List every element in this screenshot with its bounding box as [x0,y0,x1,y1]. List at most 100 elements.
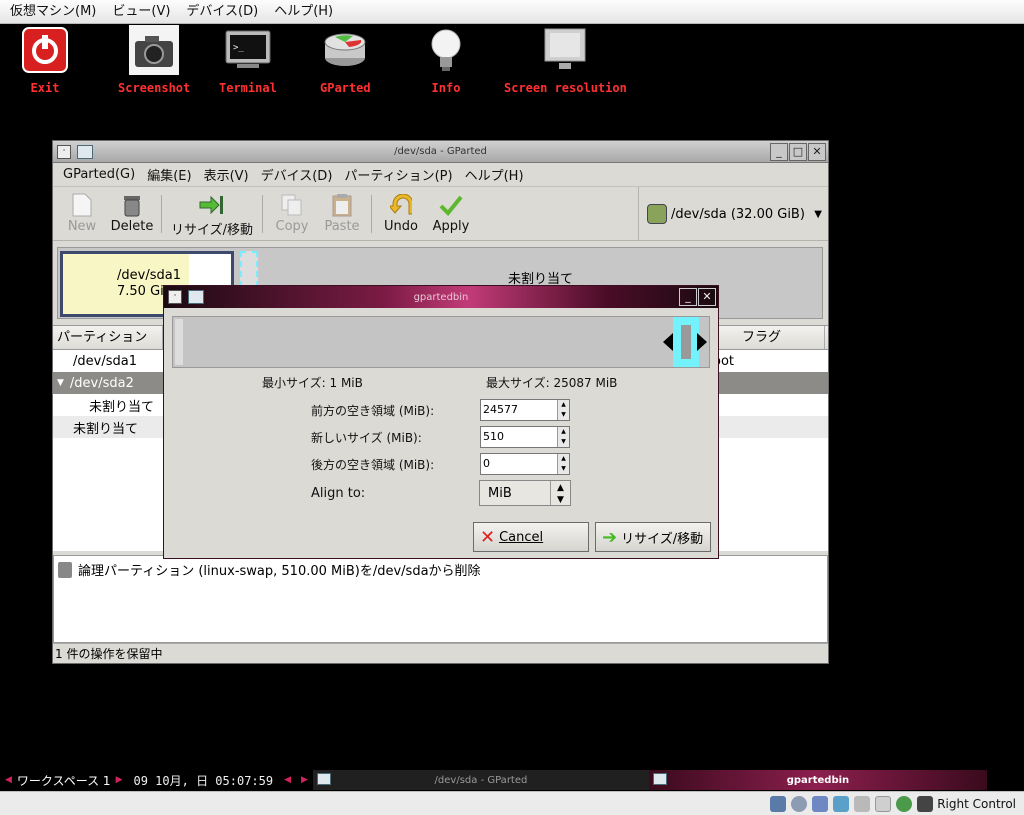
resize-right-arrow-icon[interactable] [697,333,707,351]
resize-move-button[interactable]: リサイズ/移動 [166,189,258,239]
minimize-button[interactable]: _ [770,142,788,161]
partition-handle[interactable] [673,317,699,367]
cancel-button[interactable]: ✕ Cancel [473,522,589,552]
desktop-icon-info[interactable]: Info [421,25,471,95]
host-key-label: Right Control [937,796,1016,811]
desktop-icon-screenshot[interactable]: Screenshot [118,25,190,95]
shared-folder-icon[interactable] [854,795,871,812]
window-controls: _ □ ✕ [770,142,826,161]
desktop-icon-screen-resolution[interactable]: Screen resolution [504,25,627,95]
pending-operation-item[interactable]: 論理パーティション (linux-swap, 510.00 MiB)を/dev/… [78,560,481,579]
window-controls: _ ✕ [679,288,716,306]
hard-disk-status-icon[interactable] [770,795,787,812]
free-after-value[interactable]: 0 [481,454,557,474]
host-menu-devices[interactable]: デバイス(D) [178,1,266,23]
window-menu-button[interactable]: · [168,290,182,304]
spin-up-icon[interactable]: ▲ [558,427,569,437]
minimize-button[interactable]: _ [679,288,697,306]
gparted-icon [320,25,370,75]
mouse-integration-icon[interactable] [896,795,913,812]
dialog-titlebar[interactable]: · gpartedbin _ ✕ [164,286,718,308]
app-icon [188,290,204,304]
desktop-icon-label: Screenshot [118,81,191,95]
free-after-spinbox[interactable]: 0 ▲ ▼ [480,453,570,475]
status-text: 1 件の操作を保留中 [55,647,163,661]
task-gpartedbin[interactable]: gpartedbin [648,770,987,790]
combo-arrows-icon: ▲ ▼ [550,481,570,505]
delete-button[interactable]: Delete [107,189,157,239]
terminal-icon: >_ [223,25,273,75]
display-icon[interactable] [875,795,892,812]
menu-edit[interactable]: 編集(E) [141,165,197,184]
column-header-flags[interactable]: フラグ [713,326,825,349]
checkmark-icon [437,192,465,218]
desktop-icon-label: Info [431,81,461,95]
resize-move-dialog: · gpartedbin _ ✕ 最小サイズ: 1 MiB 最大サイズ: 250… [163,285,719,559]
menu-device[interactable]: デバイス(D) [255,165,339,184]
new-size-value[interactable]: 510 [481,427,557,447]
host-menu-machine[interactable]: 仮想マシン(M) [2,1,104,23]
new-size-spinbox[interactable]: 510 ▲ ▼ [480,426,570,448]
resize-move-confirm-button[interactable]: ➔ リサイズ/移動 [595,522,711,552]
close-button[interactable]: ✕ [808,142,826,161]
optical-drive-icon[interactable] [791,795,808,812]
spin-up-icon[interactable]: ▲ [558,400,569,410]
spin-arrows[interactable]: ▲ ▼ [557,454,569,474]
host-menu-view[interactable]: ビュー(V) [104,1,178,23]
new-label: New [67,218,97,234]
desktop-icon-exit[interactable]: Exit [20,25,70,95]
resize-arrow-icon: ➔ [602,526,618,548]
device-selector[interactable]: /dev/sda (32.00 GiB) ▼ [638,187,828,241]
desktop-icon-terminal[interactable]: >_ Terminal [219,25,277,95]
task-gparted[interactable]: /dev/sda - GParted [312,770,649,790]
menu-view[interactable]: 表示(V) [198,165,255,184]
free-before-spinbox[interactable]: 24577 ▲ ▼ [480,399,570,421]
delete-label: Delete [110,218,154,234]
usb-icon[interactable] [812,795,829,812]
spin-up-icon[interactable]: ▲ [558,454,569,464]
gparted-menubar: GParted(G) 編集(E) 表示(V) デバイス(D) パーティション(P… [53,163,828,187]
spin-down-icon[interactable]: ▼ [558,464,569,474]
gparted-titlebar[interactable]: · /dev/sda - GParted _ □ ✕ [53,141,828,163]
spin-down-icon[interactable]: ▼ [558,410,569,420]
maximize-button[interactable]: □ [789,142,807,161]
align-to-combobox[interactable]: MiB ▲ ▼ [479,480,571,506]
guest-taskbar: ◀ ワークスペース 1 ▶ 09 10月, 日 05:07:59 ◀ ▶ /de… [0,770,1024,790]
spin-down-icon[interactable]: ▼ [558,437,569,447]
task-prev-icon[interactable]: ◀ [279,770,296,790]
resize-left-arrow-icon[interactable] [663,333,673,351]
workspace-prev-icon[interactable]: ◀ [0,770,17,790]
free-before-value[interactable]: 24577 [481,400,557,420]
paste-button[interactable]: Paste [317,189,367,239]
undo-button[interactable]: Undo [376,189,426,239]
menu-gparted[interactable]: GParted(G) [57,167,141,182]
copy-button[interactable]: Copy [267,189,317,239]
menu-help[interactable]: ヘルプ(H) [459,165,530,184]
expander-triangle-icon[interactable]: ▼ [57,378,64,388]
host-menu-help[interactable]: ヘルプ(H) [266,1,341,23]
monitor-icon [540,25,590,75]
menu-partition[interactable]: パーティション(P) [338,165,458,184]
desktop-icon-gparted[interactable]: GParted [320,25,371,95]
chevron-down-icon: ▼ [814,208,822,220]
new-button[interactable]: New [57,189,107,239]
toolbar-separator [262,194,263,233]
resize-arrow-icon [198,192,226,218]
close-button[interactable]: ✕ [698,288,716,306]
spin-arrows[interactable]: ▲ ▼ [557,400,569,420]
paste-label: Paste [324,218,360,234]
max-size-label: 最大サイズ: 25087 MiB [486,376,618,390]
svg-text:>_: >_ [233,43,244,53]
task-next-icon[interactable]: ▶ [296,770,313,790]
apply-button[interactable]: Apply [426,189,476,239]
toolbar-separator [371,194,372,233]
column-header-partition[interactable]: パーティション [53,326,163,349]
workspace-name[interactable]: ワークスペース 1 [17,770,111,790]
window-menu-button[interactable]: · [57,144,71,159]
keyboard-capture-icon[interactable] [917,795,934,812]
workspace-next-icon[interactable]: ▶ [111,770,128,790]
lightbulb-icon [421,25,471,75]
network-icon[interactable] [833,795,850,812]
partition-resize-slider[interactable] [172,316,710,368]
spin-arrows[interactable]: ▲ ▼ [557,427,569,447]
